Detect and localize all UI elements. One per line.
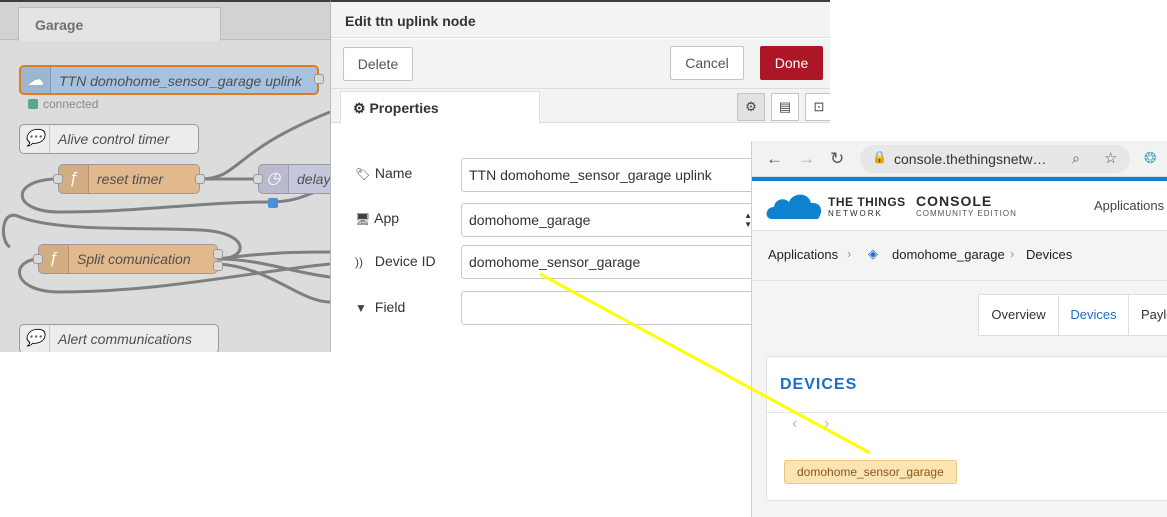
monitor-icon: 🖥 (355, 212, 371, 226)
console-label: CONSOLE (916, 193, 993, 209)
tab-payload[interactable]: Paylo (1129, 295, 1167, 335)
wire (217, 257, 330, 279)
tag-icon: 🏷 (355, 167, 371, 181)
app-tabs: Overview Devices Paylo (978, 294, 1167, 336)
forward-icon[interactable]: → (798, 149, 815, 169)
field-label: ▼ Field (355, 299, 406, 315)
lock-icon: 🔒 (872, 150, 887, 164)
speech-bubble-icon: 💬 (20, 325, 50, 352)
device-id-label: )) Device ID (355, 253, 436, 269)
browser-toolbar: ← → ↻ 🔒 console.thethingsnetw… ⌕ ☆ ❂ (752, 141, 1167, 177)
logo-subtext: NETWORK (828, 209, 883, 218)
filter-icon: ▼ (355, 301, 367, 315)
function-node-split-comunication[interactable]: ƒ Split comunication (38, 244, 218, 274)
device-id-field[interactable]: domohome_sensor_garage (461, 245, 761, 279)
zoom-icon[interactable]: ⌕ (1072, 150, 1080, 167)
breadcrumb-applications[interactable]: Applications (768, 247, 838, 262)
extension-icon[interactable]: ❂ (1144, 149, 1157, 167)
function-icon: ƒ (59, 165, 89, 193)
comment-node-alert-communications[interactable]: 💬 Alert communications (19, 324, 219, 352)
ttn-uplink-node[interactable]: ☁ TTN domohome_sensor_garage uplink (19, 65, 319, 95)
tray-tabs: ⚙ Properties ⚙ ▤ ⊡ (331, 89, 830, 124)
devices-card: DEVICES ‹ › domohome_sensor_garage (766, 356, 1167, 501)
card-title: DEVICES (780, 376, 858, 393)
delay-node[interactable]: ◷ delay (258, 164, 330, 194)
tab-properties[interactable]: ⚙ Properties (340, 91, 540, 124)
ttn-console-window: ← → ↻ 🔒 console.thethingsnetw… ⌕ ☆ ❂ THE… (751, 141, 1167, 517)
field-input[interactable] (461, 291, 761, 325)
gear-icon: ⚙ (353, 100, 366, 116)
nav-applications[interactable]: Applications (1094, 198, 1164, 213)
speech-bubble-icon: 💬 (20, 125, 50, 153)
back-icon[interactable]: ← (766, 149, 783, 169)
star-icon[interactable]: ☆ (1104, 149, 1117, 167)
document-icon[interactable]: ▤ (771, 93, 799, 121)
output-port[interactable] (314, 74, 324, 84)
address-bar[interactable]: 🔒 console.thethingsnetw… (860, 145, 1130, 173)
gear-icon[interactable]: ⚙ (737, 93, 765, 121)
done-button[interactable]: Done (760, 46, 823, 80)
function-node-reset-timer[interactable]: ƒ reset timer (58, 164, 200, 194)
breadcrumb-devices[interactable]: Devices (1026, 247, 1072, 262)
app-label: 🖥 App (355, 210, 400, 226)
name-label: 🏷 Name (355, 165, 413, 181)
chevron-right-icon: › (1010, 246, 1015, 261)
input-port[interactable] (53, 174, 63, 184)
prev-page-icon[interactable]: ‹ (792, 415, 797, 433)
cancel-button[interactable]: Cancel (670, 46, 744, 80)
output-port[interactable] (213, 249, 223, 259)
comment-node-alive-control[interactable]: 💬 Alive control timer (19, 124, 199, 154)
name-field[interactable]: TTN domohome_sensor_garage uplink (461, 158, 761, 192)
input-port[interactable] (33, 254, 43, 264)
node-status: connected (28, 97, 98, 111)
ttn-cloud-logo-icon (766, 194, 822, 219)
frame-icon[interactable]: ⊡ (805, 93, 830, 121)
reload-icon[interactable]: ↻ (830, 149, 844, 169)
chevron-right-icon: › (847, 246, 852, 261)
timer-icon: ◷ (259, 165, 289, 193)
tray-toolbar: Delete Cancel Done (331, 39, 830, 89)
breadcrumb-app[interactable]: domohome_garage (892, 247, 1005, 262)
delete-button[interactable]: Delete (343, 47, 413, 81)
ttn-header: THE THINGS NETWORK CONSOLE COMMUNITY EDI… (752, 181, 1167, 231)
cloud-icon: ☁ (21, 67, 51, 93)
function-icon: ƒ (39, 245, 69, 273)
next-page-icon[interactable]: › (824, 415, 829, 433)
input-port[interactable] (253, 174, 263, 184)
app-select[interactable]: domohome_garage ▲ ▼ (461, 203, 761, 237)
edition-label: COMMUNITY EDITION (916, 209, 1017, 218)
divider (767, 412, 1167, 413)
logo-text: THE THINGS (828, 195, 906, 209)
output-port[interactable] (213, 261, 223, 271)
layers-icon: ◈ (868, 246, 878, 261)
breadcrumb: Applications › ◈ domohome_garage › Devic… (752, 231, 1167, 281)
wire (217, 250, 330, 261)
status-dot-icon (28, 99, 38, 109)
tab-overview[interactable]: Overview (979, 295, 1059, 335)
flow-canvas[interactable]: Garage ☁ TTN domohome_sensor_garage upli… (0, 0, 330, 352)
output-port[interactable] (195, 174, 205, 184)
delay-status-icon (268, 198, 278, 208)
device-item[interactable]: domohome_sensor_garage (784, 460, 957, 484)
tray-title: Edit ttn uplink node (331, 2, 830, 38)
rss-icon: )) (355, 255, 363, 269)
tab-devices[interactable]: Devices (1059, 295, 1129, 335)
